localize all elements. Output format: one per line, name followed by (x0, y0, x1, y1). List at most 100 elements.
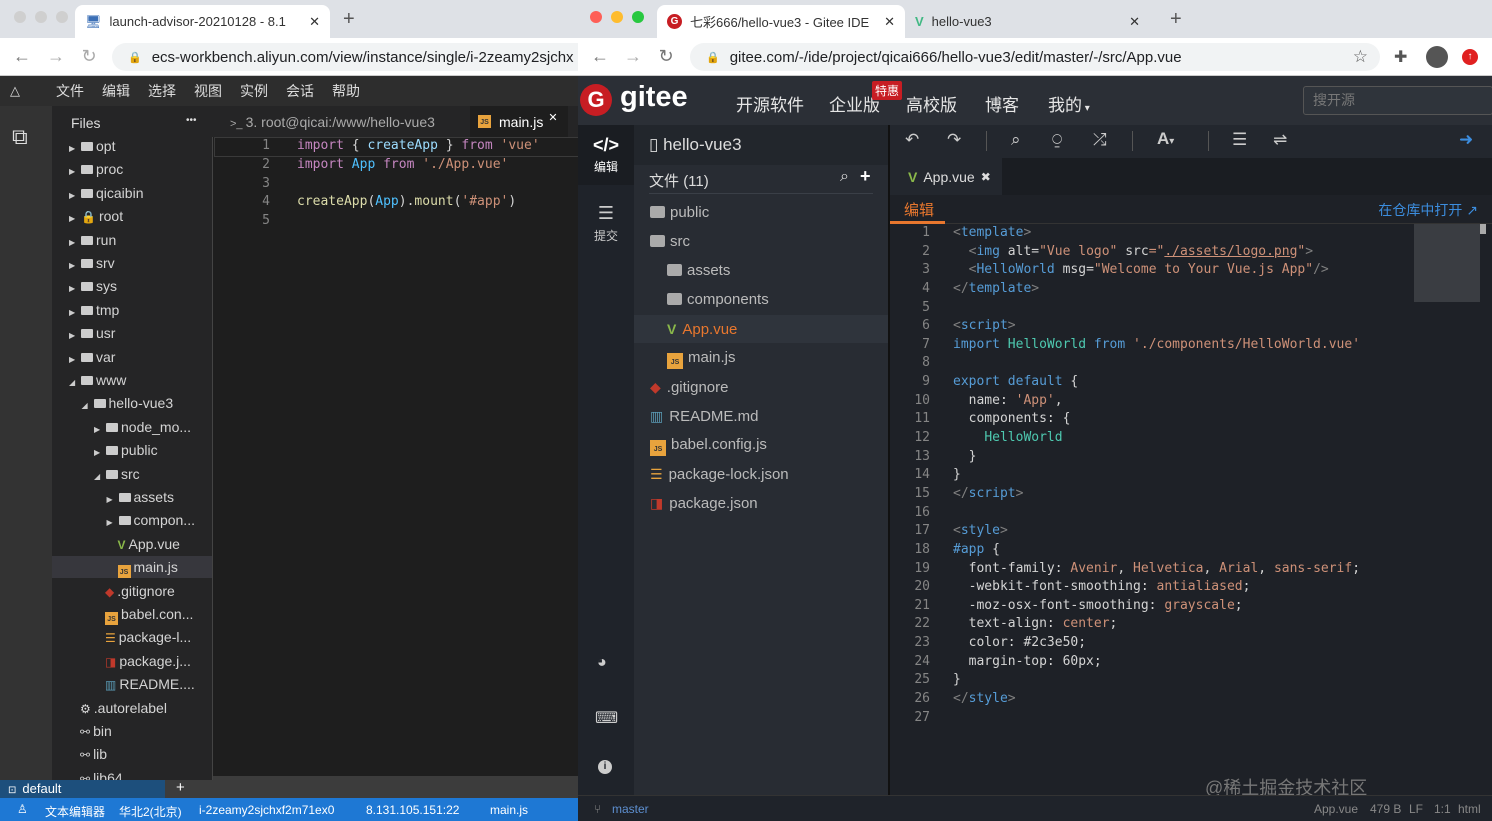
branch-name[interactable]: master (612, 802, 649, 816)
browser-tab-hello-vue3[interactable]: V hello-vue3 ✕ (905, 5, 1150, 38)
file-tree-item[interactable]: ◨ package.json (634, 489, 888, 517)
file-tree-item[interactable]: ▶ 🔒 root (52, 205, 212, 227)
search-input[interactable]: 搜开源 (1303, 86, 1492, 115)
file-tree-item[interactable]: ⚙ .autorelabel (52, 697, 212, 719)
chevron-right-icon[interactable]: ▶ (69, 185, 81, 207)
chevron-right-icon[interactable]: ▶ (107, 512, 119, 534)
file-tree-item[interactable]: ▶ public (52, 439, 212, 461)
file-tree-item[interactable]: ⚯ lib64 (52, 767, 212, 780)
add-file-icon[interactable]: + (860, 166, 871, 187)
file-tree-item[interactable]: ▶ usr (52, 322, 212, 344)
close-tab-icon[interactable]: ✕ (309, 14, 320, 30)
search-files-icon[interactable]: ⌕ (840, 168, 849, 186)
list-icon[interactable]: ☰ (1232, 130, 1247, 150)
side-commit-button[interactable]: ☰ 提交 (578, 203, 634, 244)
nav-open-source[interactable]: 开源软件 (736, 91, 804, 116)
file-tree-item[interactable]: ▶ assets (52, 486, 212, 508)
menu-file[interactable]: 文件 (56, 81, 84, 101)
terminal-tab-default[interactable]: ⊡ default (0, 780, 165, 798)
file-tree-item[interactable]: JS babel.con... (52, 603, 212, 625)
new-tab-button[interactable]: + (343, 8, 355, 31)
minimap[interactable] (1414, 224, 1480, 302)
terminal-tab[interactable]: >_ 3. root@qicai:/www/hello-vue3 (230, 114, 435, 130)
add-terminal-button[interactable]: + (176, 779, 185, 796)
gitee-logo-icon[interactable]: G (580, 84, 612, 116)
search-icon[interactable]: ⌕ (1011, 130, 1021, 150)
reload-button[interactable]: ↻ (655, 46, 677, 67)
file-tree-item[interactable]: ▥ README.md (634, 402, 888, 430)
file-tree-item[interactable]: ▶ compon... (52, 509, 212, 531)
menu-help[interactable]: 帮助 (332, 81, 360, 101)
editor-tab-main-js[interactable]: JS main.js ✕ (470, 106, 568, 137)
menu-instance[interactable]: 实例 (240, 81, 268, 101)
back-button[interactable]: ← (589, 46, 611, 67)
redo-icon[interactable]: ↷ (947, 130, 961, 150)
profile-avatar[interactable] (1426, 46, 1448, 68)
replace-icon[interactable]: ⍜ (1052, 130, 1062, 150)
file-tree-item[interactable]: ◨ package.j... (52, 650, 212, 672)
chevron-right-icon[interactable]: ▶ (69, 138, 81, 160)
close-tab-icon[interactable]: ✖ (981, 170, 991, 184)
url-input[interactable]: 🔒 ecs-workbench.aliyun.com/view/instance… (112, 43, 592, 71)
browser-tab-launch-advisor[interactable]: 🖥 launch-advisor-20210128 - 8.1 ✕ (75, 5, 330, 38)
undo-icon[interactable]: ↶ (905, 130, 919, 150)
file-tree-item[interactable]: components (634, 286, 888, 314)
chevron-down-icon[interactable]: ◢ (94, 466, 106, 488)
file-tree-item[interactable]: ▶ node_mo... (52, 416, 212, 438)
window-minimize-button[interactable] (35, 11, 47, 23)
exit-icon[interactable]: ➜ (1459, 130, 1473, 150)
chevron-right-icon[interactable]: ▶ (69, 161, 81, 183)
info-icon[interactable]: i (598, 760, 612, 774)
editor-tab-app-vue[interactable]: V App.vue ✖ (890, 158, 1002, 195)
close-tab-icon[interactable]: ✕ (548, 111, 557, 124)
chevron-right-icon[interactable]: ▶ (94, 419, 106, 441)
window-zoom-button[interactable] (632, 11, 644, 23)
chevron-right-icon[interactable]: ▶ (69, 208, 81, 230)
menu-edit[interactable]: 编辑 (102, 81, 130, 101)
file-tree-item[interactable]: ▶ opt (52, 135, 212, 157)
file-tree-item[interactable]: V App.vue (52, 533, 212, 555)
scrollbar-thumb[interactable] (1480, 224, 1486, 234)
side-edit-button[interactable]: </> 编辑 (578, 125, 634, 185)
window-minimize-button[interactable] (611, 11, 623, 23)
update-icon[interactable]: ↑ (1462, 49, 1478, 65)
file-tree-item[interactable]: ▶ var (52, 346, 212, 368)
file-tree-item[interactable]: ◆ .gitignore (634, 373, 888, 401)
extensions-icon[interactable]: ✚ (1394, 47, 1407, 67)
window-close-button[interactable] (590, 11, 602, 23)
keyboard-icon[interactable]: ⌨ (595, 708, 618, 728)
file-tree-item[interactable]: ☰ package-l... (52, 626, 212, 648)
file-tree-item[interactable]: ◆ .gitignore (52, 580, 212, 602)
file-tree-item[interactable]: assets (634, 257, 888, 285)
bookmark-star-icon[interactable]: ☆ (1353, 47, 1368, 67)
file-tree-item[interactable]: ⚯ lib (52, 743, 212, 765)
back-button[interactable]: ← (11, 46, 33, 67)
window-zoom-button[interactable] (56, 11, 68, 23)
chevron-down-icon[interactable]: ◢ (82, 395, 94, 417)
close-tab-icon[interactable]: ✕ (884, 14, 895, 30)
code-editor[interactable]: 1 import { createApp } from 'vue' 2 import … (212, 106, 580, 780)
chevron-down-icon[interactable]: ◢ (69, 372, 81, 394)
file-tree-item[interactable]: ◢ hello-vue3 (52, 392, 212, 414)
file-tree-item[interactable]: ▶ proc (52, 158, 212, 180)
chevron-right-icon[interactable]: ▶ (69, 278, 81, 300)
chevron-right-icon[interactable]: ▶ (69, 255, 81, 277)
file-tree-item[interactable]: ☰ package-lock.json (634, 460, 888, 488)
gitee-logo-text[interactable]: gitee (620, 81, 688, 114)
file-tree-item[interactable]: ▶ sys (52, 275, 212, 297)
nav-education[interactable]: 高校版 (906, 91, 957, 116)
forward-button[interactable]: → (622, 46, 644, 67)
url-input[interactable]: 🔒 gitee.com/-/ide/project/qicai666/hello… (690, 43, 1380, 71)
file-tree-item[interactable]: ▶ srv (52, 252, 212, 274)
ide-editor[interactable]: 1 <template> 2 <img alt="Vue logo" src="./… (888, 125, 1492, 798)
more-actions-button[interactable]: ••• (186, 115, 197, 126)
forward-button[interactable]: → (45, 46, 67, 67)
font-size-icon[interactable]: A▾ (1157, 129, 1174, 149)
reload-button[interactable]: ↻ (78, 46, 100, 67)
window-close-button[interactable] (14, 11, 26, 23)
chevron-right-icon[interactable]: ▶ (69, 232, 81, 254)
mode-tab-edit[interactable]: 编辑 (890, 195, 945, 224)
palette-icon[interactable]: ◕ (597, 654, 607, 672)
file-tree-item[interactable]: ▶ tmp (52, 299, 212, 321)
file-tree-item[interactable]: ▶ run (52, 229, 212, 251)
